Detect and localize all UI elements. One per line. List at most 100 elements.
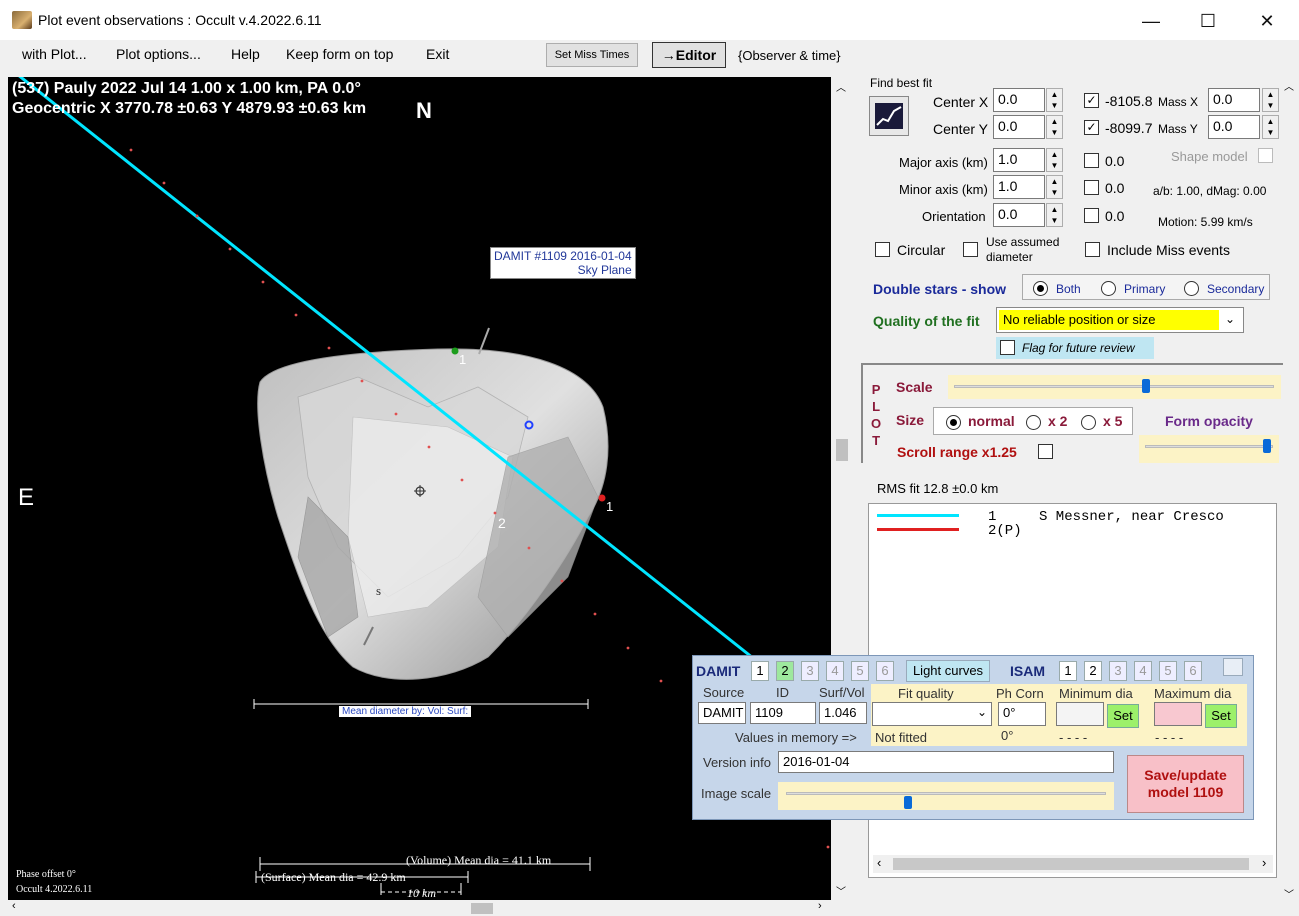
id-field[interactable]: 1109: [750, 702, 816, 724]
center-y-input[interactable]: 0.0: [993, 115, 1045, 139]
major-axis-checkbox[interactable]: [1084, 153, 1099, 168]
min-dia-field[interactable]: [1056, 702, 1104, 726]
orientation-input[interactable]: 0.0: [993, 203, 1045, 227]
shape-model-label: Shape model: [1171, 149, 1248, 164]
image-scale-thumb[interactable]: [903, 796, 912, 809]
image-scale-slider[interactable]: [778, 782, 1114, 810]
menu-with-plot[interactable]: with Plot...: [22, 46, 87, 62]
set-miss-times-button[interactable]: Set Miss Times: [546, 43, 638, 67]
include-miss-checkbox[interactable]: [1085, 242, 1100, 257]
maximize-button[interactable]: ☐: [1185, 6, 1231, 36]
isam-tab-4[interactable]: 4: [1134, 661, 1152, 681]
shape-model-checkbox[interactable]: [1258, 148, 1273, 163]
damit-tab-6[interactable]: 6: [876, 661, 894, 681]
scroll-left-icon[interactable]: ‹: [12, 900, 16, 912]
scroll-range-checkbox[interactable]: [1038, 444, 1053, 459]
source-field[interactable]: DAMIT: [698, 702, 746, 724]
quality-of-fit-select[interactable]: No reliable position or size ⌄: [996, 307, 1244, 333]
both-radio[interactable]: [1033, 280, 1048, 297]
hscroll-thumb[interactable]: [471, 903, 493, 914]
panel-scroll-down-icon[interactable]: ﹀: [1284, 886, 1294, 901]
legend-line-chord-2: [877, 528, 959, 531]
version-info-label: Version info: [703, 755, 771, 770]
minor-axis-input[interactable]: 1.0: [993, 175, 1045, 199]
secondary-radio[interactable]: [1184, 280, 1199, 297]
close-button[interactable]: ✕: [1244, 6, 1290, 36]
fit-quality-select[interactable]: ⌄: [872, 702, 992, 726]
center-x-checkbox[interactable]: ✓: [1084, 93, 1099, 108]
legend-scroll-left-icon[interactable]: ‹: [877, 855, 881, 870]
circular-checkbox[interactable]: [875, 242, 890, 257]
damit-tab-2[interactable]: 2: [776, 661, 794, 681]
isam-tab-1[interactable]: 1: [1059, 661, 1077, 681]
damit-tab-5[interactable]: 5: [851, 661, 869, 681]
damit-tab-4[interactable]: 4: [826, 661, 844, 681]
menu-keep-on-top[interactable]: Keep form on top: [286, 46, 393, 62]
center-y-checkbox[interactable]: ✓: [1084, 120, 1099, 135]
version-info-field[interactable]: 2016-01-04: [778, 751, 1114, 773]
opacity-thumb[interactable]: [1262, 439, 1271, 453]
fit-quality-label: Fit quality: [898, 686, 954, 701]
editor-button[interactable]: →Editor: [652, 42, 726, 68]
min-dia-set-button[interactable]: Set: [1107, 704, 1139, 728]
scroll-right-icon[interactable]: ›: [818, 900, 822, 912]
legend-hscrollbar[interactable]: ‹ ›: [873, 855, 1273, 873]
major-axis-spinner[interactable]: ▲ ▼: [1046, 148, 1063, 172]
legend-scroll-thumb[interactable]: [893, 858, 1249, 870]
menu-exit[interactable]: Exit: [426, 46, 449, 62]
legend-scroll-right-icon[interactable]: ›: [1262, 855, 1266, 870]
mass-y-spinner[interactable]: ▲ ▼: [1262, 115, 1279, 139]
max-dia-set-button[interactable]: Set: [1205, 704, 1237, 728]
save-update-line2: model 1109: [1147, 784, 1224, 800]
scroll-thumb[interactable]: [836, 439, 848, 461]
flag-review-label: Flag for future review: [1022, 341, 1135, 355]
minor-axis-checkbox[interactable]: [1084, 180, 1099, 195]
size-x5-radio[interactable]: [1081, 414, 1096, 431]
menu-plot-options[interactable]: Plot options...: [116, 46, 201, 62]
use-assumed-diameter-checkbox[interactable]: [963, 242, 978, 257]
size-normal-radio[interactable]: [946, 414, 961, 431]
isam-tab-2[interactable]: 2: [1084, 661, 1102, 681]
orientation-spinner[interactable]: ▲ ▼: [1046, 203, 1063, 227]
scale-thumb[interactable]: [1142, 379, 1150, 393]
plot-horizontal-scrollbar[interactable]: ‹ ›: [8, 900, 831, 916]
panel-vertical-scrollbar[interactable]: ︿ ﹀: [1283, 78, 1297, 908]
form-opacity-slider[interactable]: [1139, 435, 1279, 463]
isam-tab-5[interactable]: 5: [1159, 661, 1177, 681]
damit-label: DAMIT: [696, 663, 741, 679]
surf-vol-field[interactable]: 1.046: [819, 702, 867, 724]
chord-1-start-marker: [451, 347, 459, 355]
damit-tab-3[interactable]: 3: [801, 661, 819, 681]
primary-radio[interactable]: [1101, 280, 1116, 297]
find-best-fit-button[interactable]: [869, 96, 909, 136]
center-y-spinner[interactable]: ▲ ▼: [1046, 115, 1063, 139]
mass-x-spinner[interactable]: ▲ ▼: [1262, 88, 1279, 112]
center-y-check-value: -8099.7: [1105, 120, 1153, 136]
mass-x-input[interactable]: 0.0: [1208, 88, 1260, 112]
flag-review-checkbox[interactable]: [1000, 340, 1015, 355]
panel-scroll-up-icon[interactable]: ︿: [1284, 78, 1294, 93]
mean-diameter-by-label: Mean diameter by: Vol: Surf:: [339, 706, 472, 717]
damit-tab-1[interactable]: 1: [751, 661, 769, 681]
scroll-up-icon[interactable]: ︿: [836, 79, 846, 94]
center-x-spinner[interactable]: ▲ ▼: [1046, 88, 1063, 112]
orientation-checkbox[interactable]: [1084, 208, 1099, 223]
scale-slider[interactable]: [948, 375, 1281, 399]
save-update-model-button[interactable]: Save/update model 1109: [1127, 755, 1244, 813]
center-x-input[interactable]: 0.0: [993, 88, 1045, 112]
major-axis-input[interactable]: 1.0: [993, 148, 1045, 172]
observer-time-label: {Observer & time}: [738, 48, 841, 63]
max-dia-field[interactable]: [1154, 702, 1202, 726]
scroll-down-icon[interactable]: ﹀: [836, 883, 846, 898]
light-curves-button[interactable]: Light curves: [906, 660, 990, 682]
size-x2-radio[interactable]: [1026, 414, 1041, 431]
mass-y-input[interactable]: 0.0: [1208, 115, 1260, 139]
damit-close-box[interactable]: [1223, 658, 1243, 676]
minor-axis-spinner[interactable]: ▲ ▼: [1046, 175, 1063, 199]
isam-tab-6[interactable]: 6: [1184, 661, 1202, 681]
isam-tab-3[interactable]: 3: [1109, 661, 1127, 681]
minimize-button[interactable]: —: [1128, 6, 1174, 36]
quality-of-fit-label: Quality of the fit: [873, 313, 980, 329]
menu-help[interactable]: Help: [231, 46, 260, 62]
ph-corr-field[interactable]: 0°: [998, 702, 1046, 726]
